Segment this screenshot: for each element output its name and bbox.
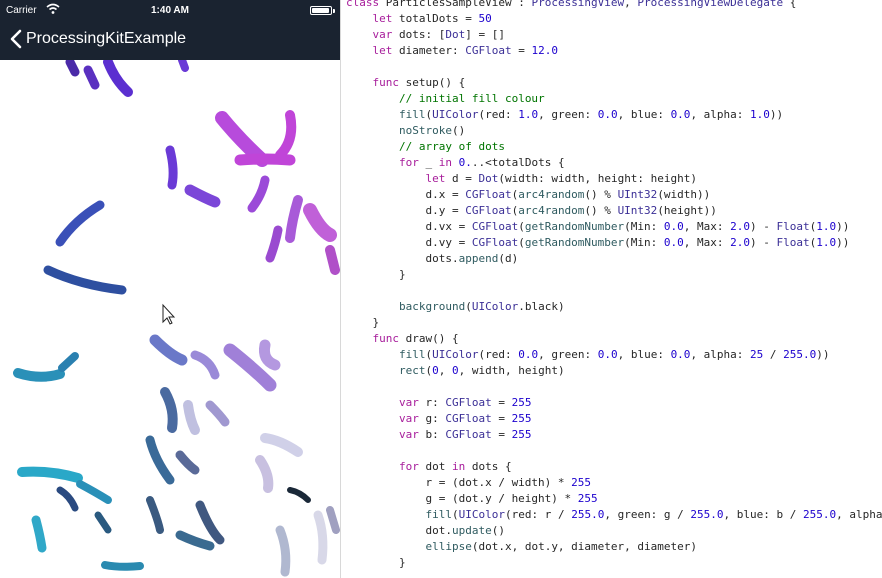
back-button-label: ProcessingKitExample — [26, 30, 187, 47]
code-line: fill(UIColor(red: 1.0, green: 0.0, blue:… — [398, 108, 784, 121]
code-line: g = (dot.y / height) * 255 — [346, 492, 598, 505]
code-line: fill(UIColor(red: r / 255.0, green: g / … — [425, 508, 882, 521]
code-line: // array of dots — [398, 140, 505, 153]
code-line: func setup() { — [372, 76, 466, 89]
particle-trail — [43, 265, 127, 295]
particle-trail — [259, 339, 281, 371]
code-line: } — [346, 556, 406, 569]
particle-trail — [195, 500, 225, 545]
code-line: rect(0, 0, width, height) — [398, 364, 565, 377]
particle-trail — [325, 245, 340, 275]
code-line: var b: CGFloat = 255 — [398, 428, 532, 441]
code-line: let totalDots = 50 — [372, 12, 492, 25]
code-line: var r: CGFloat = 255 — [398, 396, 532, 409]
particle-trail — [303, 203, 337, 242]
particle-trail — [285, 195, 303, 243]
particle-trail — [265, 225, 283, 263]
code-line: func draw() { — [372, 332, 459, 345]
particle-trail — [56, 486, 79, 512]
back-chevron-icon — [10, 29, 22, 49]
code-lines: class ParticlesSampleView : ProcessingVi… — [346, 0, 882, 571]
particle-trail — [58, 352, 79, 372]
code-line: noStroke() — [398, 124, 466, 137]
code-line: for dot in dots { — [398, 460, 512, 473]
particle-trail — [275, 525, 291, 577]
particle-trail — [313, 510, 328, 565]
code-line: class ParticlesSampleView : ProcessingVi… — [346, 0, 797, 9]
code-line: } — [346, 268, 406, 281]
battery-icon — [310, 6, 335, 15]
particle-trail — [146, 496, 164, 534]
particle-trail — [13, 368, 65, 382]
code-line: let d = Dot(width: width, height: height… — [425, 172, 698, 185]
particle-trail — [205, 400, 230, 427]
particle-trail — [83, 65, 100, 90]
particle-trail — [65, 60, 80, 77]
code-line: } — [346, 316, 380, 329]
back-button[interactable]: ProcessingKitExample — [0, 26, 186, 52]
code-line: d.y = CGFloat(arc4random() % UInt32(heig… — [346, 204, 717, 217]
code-line: dots.append(d) — [346, 252, 519, 265]
code-line: let diameter: CGFloat = 12.0 — [372, 44, 558, 57]
particle-trail — [183, 400, 200, 435]
code-line: background(UIColor.black) — [398, 300, 565, 313]
particle-trail — [184, 184, 221, 208]
code-line: d.vx = CGFloat(getRandomNumber(Min: 0.0,… — [346, 220, 850, 233]
code-line: fill(UIColor(red: 0.0, green: 0.0, blue:… — [398, 348, 830, 361]
particle-trail — [145, 435, 175, 485]
status-bar: Carrier 1:40 AM — [0, 0, 340, 22]
particle-trail — [94, 511, 112, 534]
particle-trail — [103, 60, 133, 97]
pointer-cursor-icon — [162, 303, 176, 325]
code-line: var dots: [Dot] = [] — [372, 28, 505, 41]
code-line: d.x = CGFloat(arc4random() % UInt32(widt… — [346, 188, 711, 201]
code-line: ellipse(dot.x, dot.y, diameter, diameter… — [425, 540, 698, 553]
particle-trail — [287, 487, 311, 503]
particle-trail — [275, 110, 297, 160]
particle-trail — [160, 387, 178, 433]
particle-trail — [190, 350, 220, 380]
code-line: // initial fill colour — [398, 92, 545, 105]
particle-trail — [55, 200, 105, 247]
particle-trail — [76, 480, 112, 504]
particle-trail — [101, 561, 144, 571]
code-line: for _ in 0...<totalDots { — [398, 156, 565, 169]
particle-trail — [175, 530, 215, 551]
code-line: dot.update() — [346, 524, 505, 537]
code-line: r = (dot.x / width) * 255 — [346, 476, 592, 489]
code-line: d.vy = CGFloat(getRandomNumber(Min: 0.0,… — [346, 236, 850, 249]
particle-trail — [234, 153, 296, 166]
particle-trail — [260, 433, 303, 457]
particle-trail — [326, 506, 340, 534]
particle-trail — [165, 145, 178, 190]
particle-canvas[interactable] — [0, 60, 340, 578]
code-editor[interactable]: class ParticlesSampleView : ProcessingVi… — [341, 0, 882, 578]
particle-trail — [247, 175, 270, 213]
particle-trail — [255, 455, 274, 493]
particle-trail — [17, 466, 83, 483]
status-time: 1:40 AM — [151, 5, 189, 16]
simulator-screen: Carrier 1:40 AM ProcessingKitExample — [0, 0, 341, 578]
particle-trail — [31, 515, 47, 553]
particle-trail — [175, 450, 200, 475]
navigation-bar: Carrier 1:40 AM ProcessingKitExample — [0, 0, 340, 60]
particle-trail — [149, 334, 188, 366]
particle-trail — [178, 60, 189, 72]
code-line: var g: CGFloat = 255 — [398, 412, 532, 425]
